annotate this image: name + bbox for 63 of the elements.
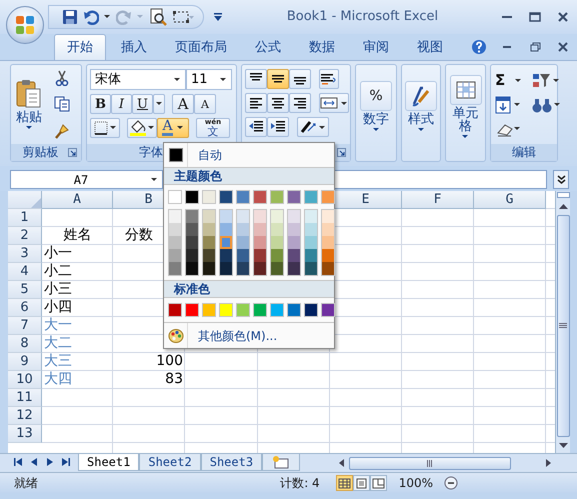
table-cell-text: 大三 [43,353,73,371]
row-header[interactable]: 10 [8,371,42,389]
shrink-font-button[interactable]: A [194,94,216,114]
row-header[interactable]: 1 [8,209,42,227]
bold-button[interactable]: B [90,94,111,114]
grow-font-button[interactable]: A [172,94,194,114]
table-cell-text: 83 [164,371,184,389]
table-cell-text: 100 [155,353,184,371]
table-cell-text: 大二 [43,335,73,353]
styles-button[interactable]: 样式 [403,69,439,144]
row-header[interactable]: 11 [8,389,42,407]
autosum-button[interactable]: Σ [494,71,506,89]
table-cell-text: 姓名 [62,227,92,245]
ribbon-tab[interactable]: 视图 [404,34,456,60]
table-cell-text: 大一 [43,317,73,335]
table-cell-text: 小三 [43,281,73,299]
sheet-tab[interactable]: Sheet3 [200,454,262,471]
row-header[interactable]: 6 [8,299,42,317]
group-label: 编辑 [512,144,536,161]
italic-button[interactable]: I [111,94,132,114]
row-header[interactable]: 8 [8,335,42,353]
table-cell-text: 小四 [43,299,73,317]
ribbon-tab[interactable]: 数据 [296,34,348,60]
table-cell-text: 小一 [43,245,73,263]
row-header[interactable]: 2 [8,227,42,245]
font-name-box[interactable]: 宋体 [90,69,186,90]
ribbon-tab[interactable]: 公式 [242,34,294,60]
ribbon-tab[interactable]: 页面布局 [162,34,240,60]
section-header: 标准色 [164,280,334,298]
zoom-level: 100% [398,475,433,492]
row-header[interactable]: 12 [8,407,42,425]
font-size-box[interactable]: 11 [186,69,232,90]
table-cell-text: 小二 [43,263,73,281]
row-header[interactable]: 9 [8,353,42,371]
column-header[interactable]: A [42,191,113,209]
group-label: 字体 [139,144,163,161]
menu-item[interactable]: 其他颜色(M)... [164,322,334,348]
table-cell-text: 分数 [124,227,154,245]
row-header[interactable]: 5 [8,281,42,299]
window-title: Book1 - Microsoft Excel [286,8,440,26]
row-header[interactable]: 4 [8,263,42,281]
column-header[interactable]: F [402,191,474,209]
status-text: 就绪 [14,475,38,492]
number-format-button[interactable]: % 数字 [358,69,394,144]
underline-button[interactable]: U [132,94,153,114]
name-box: A7 [10,170,163,189]
row-header[interactable]: 13 [8,425,42,443]
ribbon-tab[interactable]: 插入 [108,34,160,60]
ribbon-tab[interactable]: 开始 [54,34,106,60]
column-header[interactable]: G [474,191,546,209]
group-label: 剪贴板 [22,144,58,161]
font-color-button[interactable]: A [157,118,189,138]
row-header[interactable]: 7 [8,317,42,335]
sheet-tab[interactable]: Sheet1 [78,454,140,471]
cells-button[interactable]: 单元格 [448,69,484,144]
table-cell-text: 大四 [43,371,73,389]
row-header[interactable]: 3 [8,245,42,263]
section-header: 主题颜色 [164,167,334,185]
ribbon-tab[interactable]: 审阅 [350,34,402,60]
paste-button[interactable]: 粘贴 [11,65,47,144]
status-text: 计数: 4 [280,475,320,492]
sheet-tab[interactable]: Sheet2 [139,454,201,471]
menu-item[interactable]: 自动 [164,143,334,167]
